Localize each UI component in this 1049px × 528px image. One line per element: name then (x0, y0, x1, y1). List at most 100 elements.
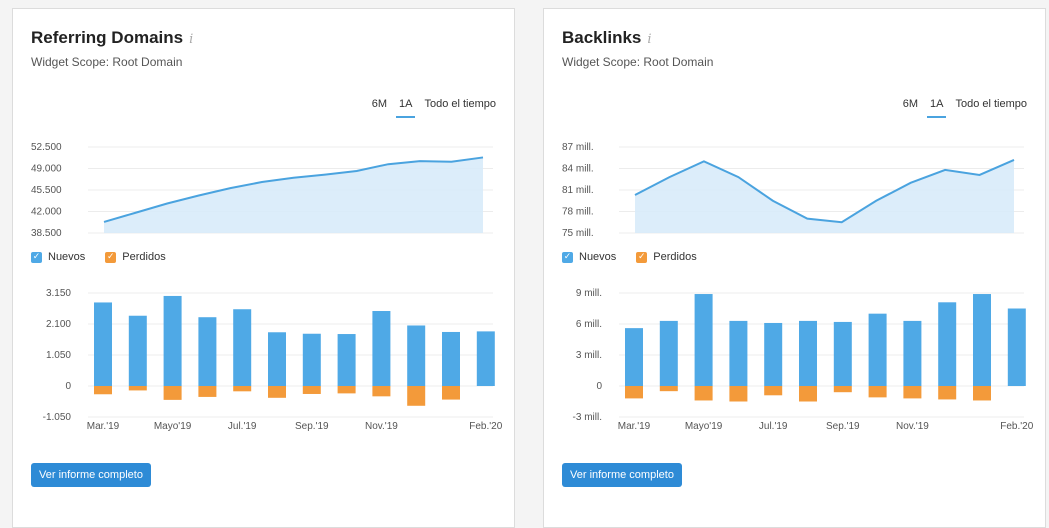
bar-nuevos (834, 322, 852, 386)
bar-perdidos (799, 386, 817, 402)
y-tick-label: 9 mill. (576, 288, 602, 299)
y-tick-label: 78 mill. (562, 207, 594, 218)
bar-perdidos (729, 386, 747, 402)
y-tick-label: 3.150 (46, 288, 71, 299)
x-tick-label: Mar.'19 (87, 421, 120, 432)
bar-nuevos (903, 321, 921, 386)
bar-nuevos (938, 302, 956, 386)
bar-nuevos (268, 332, 286, 386)
bar-perdidos (938, 386, 956, 399)
y-tick-label: 45.500 (31, 185, 62, 196)
x-tick-label: Feb.'20 (469, 421, 502, 432)
bar-nuevos (1008, 309, 1026, 387)
bar-nuevos (729, 321, 747, 386)
y-tick-label: 52.500 (31, 142, 62, 153)
y-tick-label: 75 mill. (562, 228, 594, 239)
x-tick-label: Nov.'19 (896, 421, 929, 432)
referring-domains-widget: Referring Domainsi Widget Scope: Root Do… (12, 8, 515, 528)
x-tick-label: Jul.'19 (759, 421, 788, 432)
info-icon[interactable]: i (189, 32, 193, 47)
y-tick-label: 6 mill. (576, 319, 602, 330)
backlinks-bar-chart: 9 mill.6 mill.3 mill.0-3 mill.Mar.'19May… (544, 281, 1047, 441)
bar-perdidos (869, 386, 887, 397)
legend-label: Nuevos (48, 251, 85, 263)
full-report-button[interactable]: Ver informe completo (562, 463, 682, 487)
y-tick-label: 84 mill. (562, 164, 594, 175)
bar-perdidos (660, 386, 678, 391)
x-tick-label: Mar.'19 (618, 421, 651, 432)
legend: ✓Nuevos ✓ Perdidos (562, 251, 697, 263)
bar-nuevos (129, 316, 147, 386)
bar-nuevos (338, 334, 356, 386)
bar-nuevos (625, 328, 643, 386)
legend-nuevos[interactable]: ✓ Nuevos (31, 251, 85, 263)
bar-nuevos (198, 317, 216, 386)
y-tick-label: 2.100 (46, 319, 71, 330)
bar-perdidos (442, 386, 460, 400)
y-tick-label: 3 mill. (576, 350, 602, 361)
bar-nuevos (764, 323, 782, 386)
x-tick-label: Jul.'19 (228, 421, 257, 432)
widget-scope: Widget Scope: Root Domain (31, 55, 182, 69)
full-report-button[interactable]: Ver informe completo (31, 463, 151, 487)
legend-nuevos[interactable]: ✓Nuevos (562, 251, 616, 263)
bar-nuevos (233, 309, 251, 386)
legend-perdidos[interactable]: ✓ Perdidos (636, 251, 696, 263)
bar-nuevos (407, 325, 425, 386)
bar-perdidos (303, 386, 321, 394)
checkbox-icon: ✓ (31, 252, 42, 263)
widget-title: Backlinksi (562, 28, 652, 48)
bar-nuevos (303, 334, 321, 386)
backlinks-widget: Backlinksi Widget Scope: Root Domain 6M … (543, 8, 1046, 528)
x-tick-label: Sep.'19 (826, 421, 860, 432)
period-6m[interactable]: 6M (903, 98, 918, 114)
bar-perdidos (764, 386, 782, 395)
bar-nuevos (477, 331, 495, 386)
y-tick-label: 42.000 (31, 207, 62, 218)
referring-domains-bar-chart: 3.1502.1001.0500-1.050Mar.'19Mayo'19Jul.… (13, 281, 516, 441)
bar-perdidos (268, 386, 286, 398)
bar-perdidos (129, 386, 147, 390)
y-tick-label: 81 mill. (562, 185, 594, 196)
info-icon[interactable]: i (647, 32, 651, 47)
checkbox-icon: ✓ (562, 252, 573, 263)
y-tick-label: 49.000 (31, 164, 62, 175)
bar-perdidos (198, 386, 216, 397)
bar-nuevos (660, 321, 678, 386)
bar-perdidos (407, 386, 425, 406)
x-tick-label: Feb.'20 (1000, 421, 1033, 432)
period-selector: 6M 1A Todo el tiempo (372, 98, 496, 114)
y-tick-label: 0 (596, 381, 602, 392)
period-6m[interactable]: 6M (372, 98, 387, 114)
y-tick-label: -1.050 (43, 412, 72, 423)
period-all-time[interactable]: Todo el tiempo (424, 98, 496, 114)
y-tick-label: 1.050 (46, 350, 71, 361)
bar-perdidos (834, 386, 852, 392)
y-tick-label: -3 mill. (573, 412, 602, 423)
bar-nuevos (164, 296, 182, 386)
backlinks-line-chart: 87 mill. 84 mill. 81 mill. 78 mill. 75 mill. (544, 134, 1047, 244)
y-tick-label: 87 mill. (562, 142, 594, 153)
checkbox-icon: ✓ (636, 252, 647, 263)
legend-perdidos[interactable]: ✓Perdidos (105, 251, 165, 263)
period-1a[interactable]: 1A (930, 98, 943, 114)
bar-nuevos (94, 302, 112, 386)
bar-perdidos (625, 386, 643, 398)
bar-nuevos (372, 311, 390, 386)
period-all-time[interactable]: Todo el tiempo (955, 98, 1027, 114)
legend-label: Perdidos (653, 251, 696, 263)
y-tick-label: 38.500 (31, 228, 62, 239)
bar-perdidos (695, 386, 713, 400)
bar-perdidos (94, 386, 112, 394)
x-tick-label: Sep.'19 (295, 421, 329, 432)
legend: ✓ Nuevos ✓Perdidos (31, 251, 166, 263)
period-1a[interactable]: 1A (399, 98, 412, 114)
widget-scope: Widget Scope: Root Domain (562, 55, 713, 69)
referring-domains-line-chart: 52.500 49.000 45.500 42.000 38.500 (13, 134, 516, 244)
x-tick-label: Nov.'19 (365, 421, 398, 432)
bar-nuevos (799, 321, 817, 386)
bar-nuevos (973, 294, 991, 386)
checkbox-icon: ✓ (105, 252, 116, 263)
bar-perdidos (973, 386, 991, 400)
bar-nuevos (869, 314, 887, 386)
